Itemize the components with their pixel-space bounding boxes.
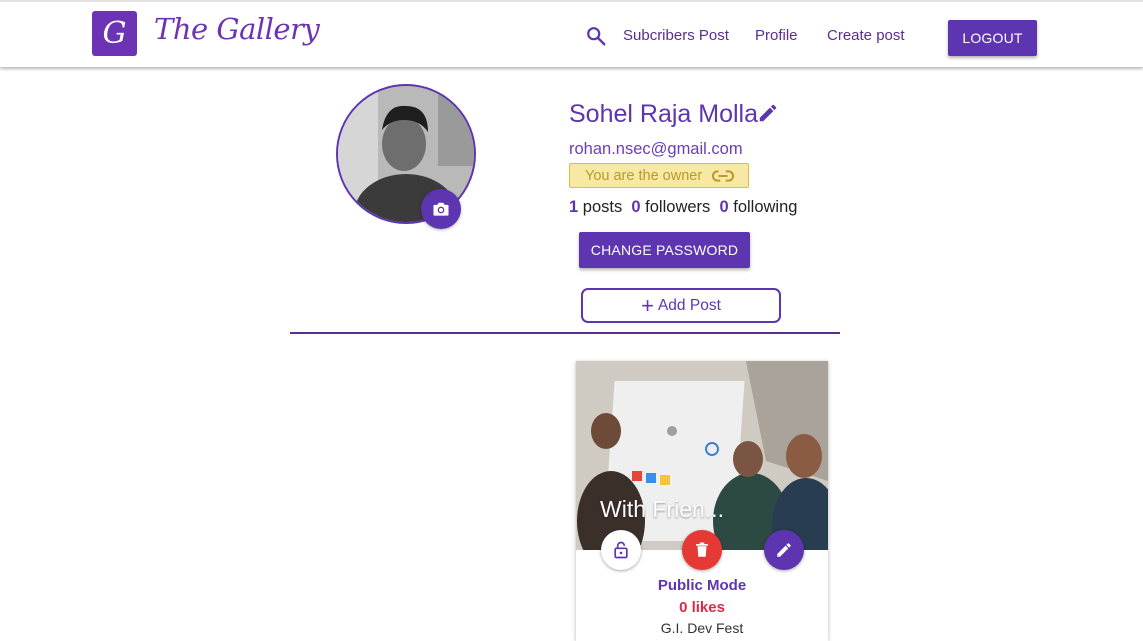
divider <box>290 332 840 334</box>
lock-open-icon <box>614 541 628 559</box>
delete-post-button[interactable] <box>682 530 722 570</box>
nav-link-subscribers-post[interactable]: Subcribers Post <box>623 27 729 44</box>
post-caption: G.I. Dev Fest <box>660 620 744 636</box>
post-card[interactable]: With Frien... Public Mode 0 likes G.I. D… <box>576 361 828 641</box>
trash-icon <box>696 542 708 557</box>
owner-badge: You are the owner <box>569 163 749 188</box>
add-post-button[interactable]: + Add Post <box>581 288 781 323</box>
edit-post-button[interactable] <box>764 530 804 570</box>
posts-count: 1 <box>569 198 579 216</box>
logo-icon[interactable]: G <box>92 11 137 56</box>
post-mode: Public Mode <box>657 577 747 594</box>
edit-name-icon[interactable] <box>757 102 779 124</box>
link-icon <box>712 169 735 182</box>
brand-name[interactable]: The Gallery <box>154 12 320 46</box>
change-photo-button[interactable] <box>421 189 461 229</box>
search-icon[interactable] <box>585 25 607 47</box>
followers-count: 0 <box>631 198 641 216</box>
post-title: With Frien... <box>600 496 724 522</box>
privacy-toggle-button[interactable] <box>601 530 641 570</box>
camera-icon <box>433 202 449 216</box>
post-image[interactable]: With Frien... <box>576 361 828 550</box>
posts-label: posts <box>582 198 623 216</box>
logo-letter: G <box>102 16 127 51</box>
profile-name: Sohel Raja Molla <box>569 100 758 128</box>
plus-icon: + <box>641 292 654 318</box>
change-password-button[interactable]: CHANGE PASSWORD <box>579 232 750 268</box>
profile-stats: 1 posts 0 followers 0 following <box>569 198 797 217</box>
logout-button[interactable]: LOGOUT <box>948 20 1037 56</box>
post-likes[interactable]: 0 likes <box>576 599 828 616</box>
followers-label[interactable]: followers <box>645 198 710 216</box>
navbar: G The Gallery Subcribers Post Profile Cr… <box>0 0 1143 67</box>
profile-email: rohan.nsec@gmail.com <box>569 140 743 158</box>
nav-link-profile[interactable]: Profile <box>755 27 798 44</box>
owner-badge-label: You are the owner <box>585 167 703 184</box>
nav-link-create-post[interactable]: Create post <box>827 27 905 44</box>
add-post-label: Add Post <box>657 296 721 314</box>
following-count: 0 <box>719 198 729 216</box>
following-label[interactable]: following <box>733 198 797 216</box>
pencil-icon <box>777 543 791 557</box>
